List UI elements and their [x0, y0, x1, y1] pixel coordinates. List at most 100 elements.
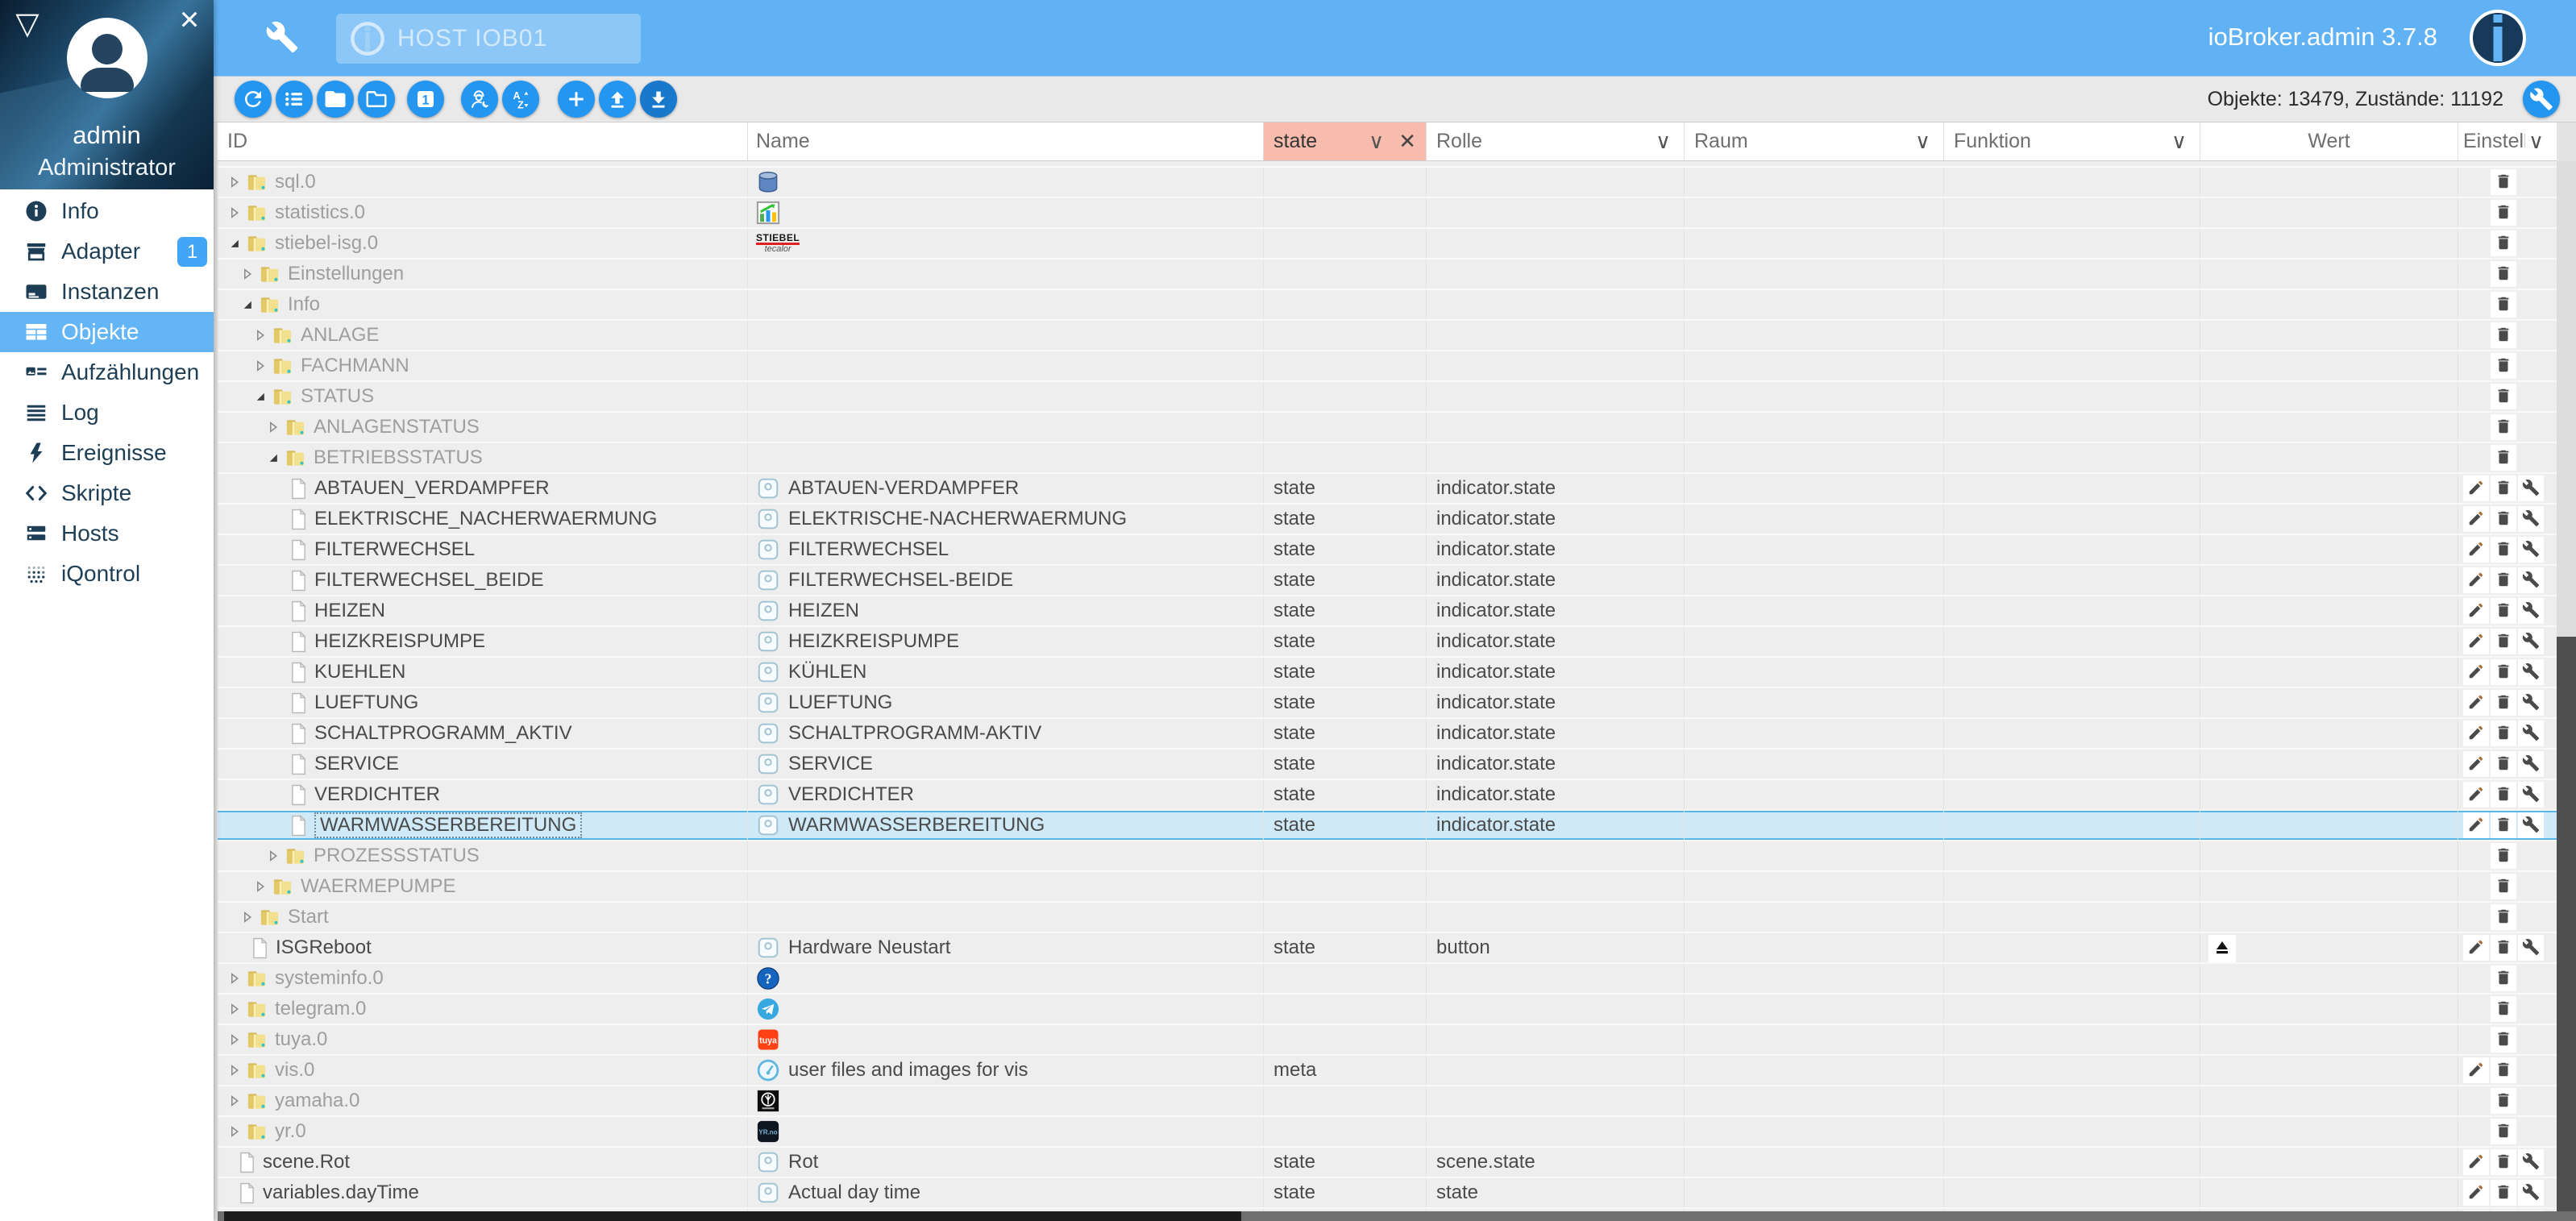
table-row[interactable]: WARMWASSERBEREITUNG WARMWASSERBEREITUNG st…: [218, 809, 2557, 840]
sidebar-item-hosts[interactable]: Hosts: [0, 513, 214, 554]
settings-button[interactable]: [2518, 782, 2544, 808]
delete-button[interactable]: [2491, 1088, 2516, 1114]
upload-button[interactable]: [599, 81, 636, 118]
delete-button[interactable]: [2491, 1149, 2516, 1175]
delete-button[interactable]: [2491, 567, 2516, 593]
edit-button[interactable]: [2463, 629, 2489, 654]
table-row[interactable]: STATUS: [218, 380, 2557, 411]
table-row[interactable]: scene.Rot Rot state scene.state: [218, 1146, 2557, 1177]
delete-button[interactable]: [2491, 353, 2516, 379]
delete-button[interactable]: [2491, 1180, 2516, 1206]
table-row[interactable]: sql.0: [218, 166, 2557, 197]
delete-button[interactable]: [2491, 445, 2516, 471]
table-row[interactable]: BETRIEBSSTATUS: [218, 442, 2557, 472]
expand-icon[interactable]: [229, 207, 240, 218]
table-row[interactable]: HEIZEN HEIZEN state indicator.state: [218, 595, 2557, 625]
download-button[interactable]: [640, 81, 677, 118]
table-row[interactable]: ANLAGE: [218, 319, 2557, 350]
settings-button[interactable]: [2518, 1149, 2544, 1175]
column-header-val[interactable]: Wert: [2200, 123, 2458, 160]
table-row[interactable]: ISGReboot Hardware Neustart state button: [218, 932, 2557, 962]
edit-button[interactable]: [2463, 690, 2489, 716]
edit-button[interactable]: [2463, 935, 2489, 961]
table-row[interactable]: FILTERWECHSEL_BEIDE FILTERWECHSEL-BEIDE st…: [218, 564, 2557, 595]
sidebar-item-log[interactable]: Log: [0, 392, 214, 433]
chevron-down-icon[interactable]: ∨: [1912, 129, 1934, 154]
delete-button[interactable]: [2491, 169, 2516, 195]
expand-icon[interactable]: [229, 1034, 240, 1045]
expand-icon[interactable]: [242, 268, 253, 280]
table-row[interactable]: Info: [218, 289, 2557, 319]
table-row[interactable]: LUEFTUNG LUEFTUNG state indicator.state: [218, 687, 2557, 717]
settings-button[interactable]: [2518, 537, 2544, 563]
table-row[interactable]: variables.dayTime Actual day time state sta…: [218, 1177, 2557, 1207]
expert-mode-button[interactable]: [461, 81, 498, 118]
expand-icon[interactable]: [255, 881, 266, 892]
expand-icon[interactable]: [229, 1003, 240, 1015]
table-row[interactable]: KUEHLEN KÜHLEN state indicator.state: [218, 656, 2557, 687]
delete-button[interactable]: [2491, 751, 2516, 777]
delete-button[interactable]: [2491, 629, 2516, 654]
expand-icon[interactable]: [268, 422, 279, 433]
settings-button[interactable]: [2518, 751, 2544, 777]
vertical-scrollbar[interactable]: [2557, 161, 2576, 1211]
delete-button[interactable]: [2491, 261, 2516, 287]
table-row[interactable]: SERVICE SERVICE state indicator.state: [218, 748, 2557, 779]
admin-settings-wrench-icon[interactable]: [264, 19, 301, 56]
trigger-button[interactable]: [2208, 935, 2236, 962]
delete-button[interactable]: [2491, 476, 2516, 501]
delete-button[interactable]: [2491, 200, 2516, 226]
settings-button[interactable]: [2518, 567, 2544, 593]
sidebar-item-objekte[interactable]: Objekte: [0, 312, 214, 352]
settings-button[interactable]: [2518, 721, 2544, 746]
expand-icon[interactable]: [255, 360, 266, 372]
sidebar-item-iqontrol[interactable]: iQontrol: [0, 554, 214, 594]
add-object-button[interactable]: [558, 81, 595, 118]
column-header-state[interactable]: state ∨ ✕: [1264, 123, 1427, 160]
table-row[interactable]: systeminfo.0?: [218, 962, 2557, 993]
delete-button[interactable]: [2491, 230, 2516, 256]
settings-button[interactable]: [2518, 1180, 2544, 1206]
delete-button[interactable]: [2491, 292, 2516, 318]
edit-button[interactable]: [2463, 721, 2489, 746]
settings-button[interactable]: [2518, 629, 2544, 654]
delete-button[interactable]: [2491, 812, 2516, 838]
close-sidebar-icon[interactable]: ×: [172, 2, 207, 37]
collapse-icon[interactable]: [242, 299, 253, 310]
vertical-scrollbar-thumb[interactable]: [2557, 637, 2576, 1211]
sidebar-item-instanzen[interactable]: Instanzen: [0, 272, 214, 312]
table-row[interactable]: ANLAGENSTATUS: [218, 411, 2557, 442]
settings-button[interactable]: [2518, 659, 2544, 685]
table-row[interactable]: SCHALTPROGRAMM_AKTIV SCHALTPROGRAMM-AKTIV…: [218, 717, 2557, 748]
edit-button[interactable]: [2463, 1180, 2489, 1206]
expand-icon[interactable]: [229, 177, 240, 188]
expand-icon[interactable]: [268, 850, 279, 862]
table-row[interactable]: VERDICHTER VERDICHTER state indicator.state: [218, 779, 2557, 809]
column-header-name[interactable]: Name: [748, 123, 1264, 160]
table-row[interactable]: PROZESSSTATUS: [218, 840, 2557, 870]
delete-button[interactable]: [2491, 874, 2516, 899]
column-header-act[interactable]: Einstellu∨: [2458, 123, 2557, 160]
delete-button[interactable]: [2491, 322, 2516, 348]
edit-button[interactable]: [2463, 812, 2489, 838]
collapse-icon[interactable]: [255, 391, 266, 402]
delete-button[interactable]: [2491, 1057, 2516, 1083]
table-row[interactable]: FACHMANN: [218, 350, 2557, 380]
delete-button[interactable]: [2491, 966, 2516, 991]
edit-button[interactable]: [2463, 751, 2489, 777]
delete-button[interactable]: [2491, 659, 2516, 685]
settings-button[interactable]: [2518, 690, 2544, 716]
delete-button[interactable]: [2491, 1027, 2516, 1053]
table-row[interactable]: stiebel-isg.0 STIEBEL tecalor: [218, 227, 2557, 258]
settings-button[interactable]: [2518, 598, 2544, 624]
edit-button[interactable]: [2463, 598, 2489, 624]
host-button[interactable]: HOST IOB01: [336, 14, 641, 64]
table-row[interactable]: yr.0 YR.no: [218, 1115, 2557, 1146]
sidebar-item-info[interactable]: Info: [0, 191, 214, 231]
delete-button[interactable]: [2491, 996, 2516, 1022]
delete-button[interactable]: [2491, 414, 2516, 440]
collapse-icon[interactable]: [229, 238, 240, 249]
table-row[interactable]: FILTERWECHSEL FILTERWECHSEL state indicator…: [218, 534, 2557, 564]
delete-button[interactable]: [2491, 721, 2516, 746]
expand-all-button[interactable]: [358, 81, 395, 118]
